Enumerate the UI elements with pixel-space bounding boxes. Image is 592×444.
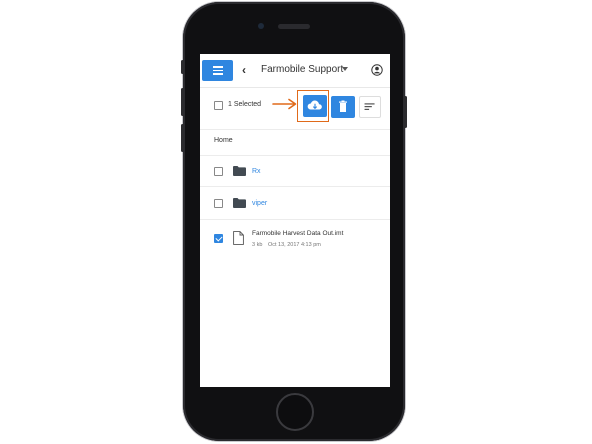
phone-camera (258, 23, 264, 29)
phone-speaker (278, 24, 310, 29)
delete-button[interactable] (331, 96, 355, 118)
phone-home-button (276, 393, 314, 431)
select-all-checkbox[interactable] (214, 101, 223, 110)
sort-icon (364, 103, 375, 110)
menu-button[interactable] (202, 60, 233, 81)
arrow-right-icon (272, 98, 297, 110)
chevron-left-icon[interactable]: ‹ (242, 63, 246, 77)
phone-mute-switch (181, 60, 184, 74)
breadcrumb[interactable]: Home (214, 137, 233, 144)
file-date: Oct 13, 2017 4:13 pm (267, 242, 321, 248)
folder-name-viper[interactable]: viper (252, 200, 267, 207)
folder-name-rx[interactable]: Rx (252, 168, 261, 175)
folder-icon (233, 166, 246, 176)
folder-icon (233, 198, 246, 208)
caret-down-icon[interactable] (342, 67, 348, 71)
divider (200, 186, 390, 187)
file-name[interactable]: Farmobile Harvest Data Out.imt (252, 230, 343, 237)
cloud-download-icon (307, 100, 322, 110)
user-icon[interactable] (371, 64, 383, 76)
selected-count: 1 Selected (228, 101, 262, 108)
page-title[interactable]: Farmobile Support (261, 64, 343, 75)
file-size: 3 kb (252, 242, 263, 248)
top-bar: ‹ Farmobile Support (200, 54, 390, 88)
divider (200, 129, 390, 130)
divider (200, 155, 390, 156)
phone-volume-down (181, 124, 184, 152)
file-icon (233, 231, 244, 245)
phone-volume-up (181, 88, 184, 116)
download-button[interactable] (303, 95, 327, 117)
phone-power-button (404, 96, 407, 128)
divider (200, 219, 390, 220)
row-checkbox-rx[interactable] (214, 167, 223, 176)
row-checkbox-viper[interactable] (214, 199, 223, 208)
trash-icon (339, 100, 347, 112)
file-meta: 3 kb Oct 13, 2017 4:13 pm (252, 242, 321, 248)
row-checkbox-file[interactable] (214, 234, 223, 243)
menu-icon (212, 66, 223, 68)
sort-button[interactable] (359, 96, 381, 118)
